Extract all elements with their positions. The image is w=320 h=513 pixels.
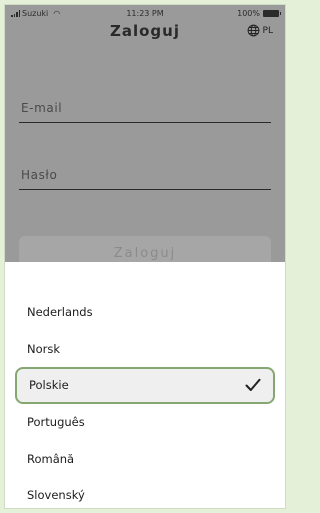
globe-icon [247,24,259,37]
language-item-label: Română [27,451,75,466]
status-bar: Suzuki ◠ 11:23 PM 100% [5,5,285,21]
language-list: Nederlands Norsk Polskie Português Român… [5,262,285,508]
language-switcher[interactable]: PL [247,24,273,37]
language-item-label: Slovenský [27,488,85,503]
language-item-nederlands[interactable]: Nederlands [5,294,285,331]
language-item-portugues[interactable]: Português [5,404,285,441]
password-field [19,160,271,190]
language-item-label: Norsk [27,341,61,356]
language-picker-sheet: Nederlands Norsk Polskie Português Român… [5,262,285,508]
language-item-label: Polskie [29,378,69,393]
language-item-label: Português [27,415,85,430]
check-icon [245,379,261,392]
language-item-polskie-selected[interactable]: Polskie [15,367,275,404]
language-item-slovensky[interactable]: Slovenský [5,477,285,508]
email-field [19,93,271,123]
battery-percent: 100% [237,9,260,18]
language-item-romana[interactable]: Română [5,440,285,477]
status-battery-group: 100% [237,9,281,18]
language-item-norsk[interactable]: Norsk [5,331,285,368]
phone-screen: Suzuki ◠ 11:23 PM 100% Zaloguj PL E-mail… [4,4,286,509]
password-input[interactable] [19,160,271,189]
language-code: PL [262,25,273,36]
login-screen-dimmed: Suzuki ◠ 11:23 PM 100% Zaloguj PL [5,5,285,262]
page-title: Zaloguj [109,22,180,40]
battery-icon [263,10,281,17]
language-item-label: Nederlands [27,305,93,320]
email-input[interactable] [19,93,271,122]
